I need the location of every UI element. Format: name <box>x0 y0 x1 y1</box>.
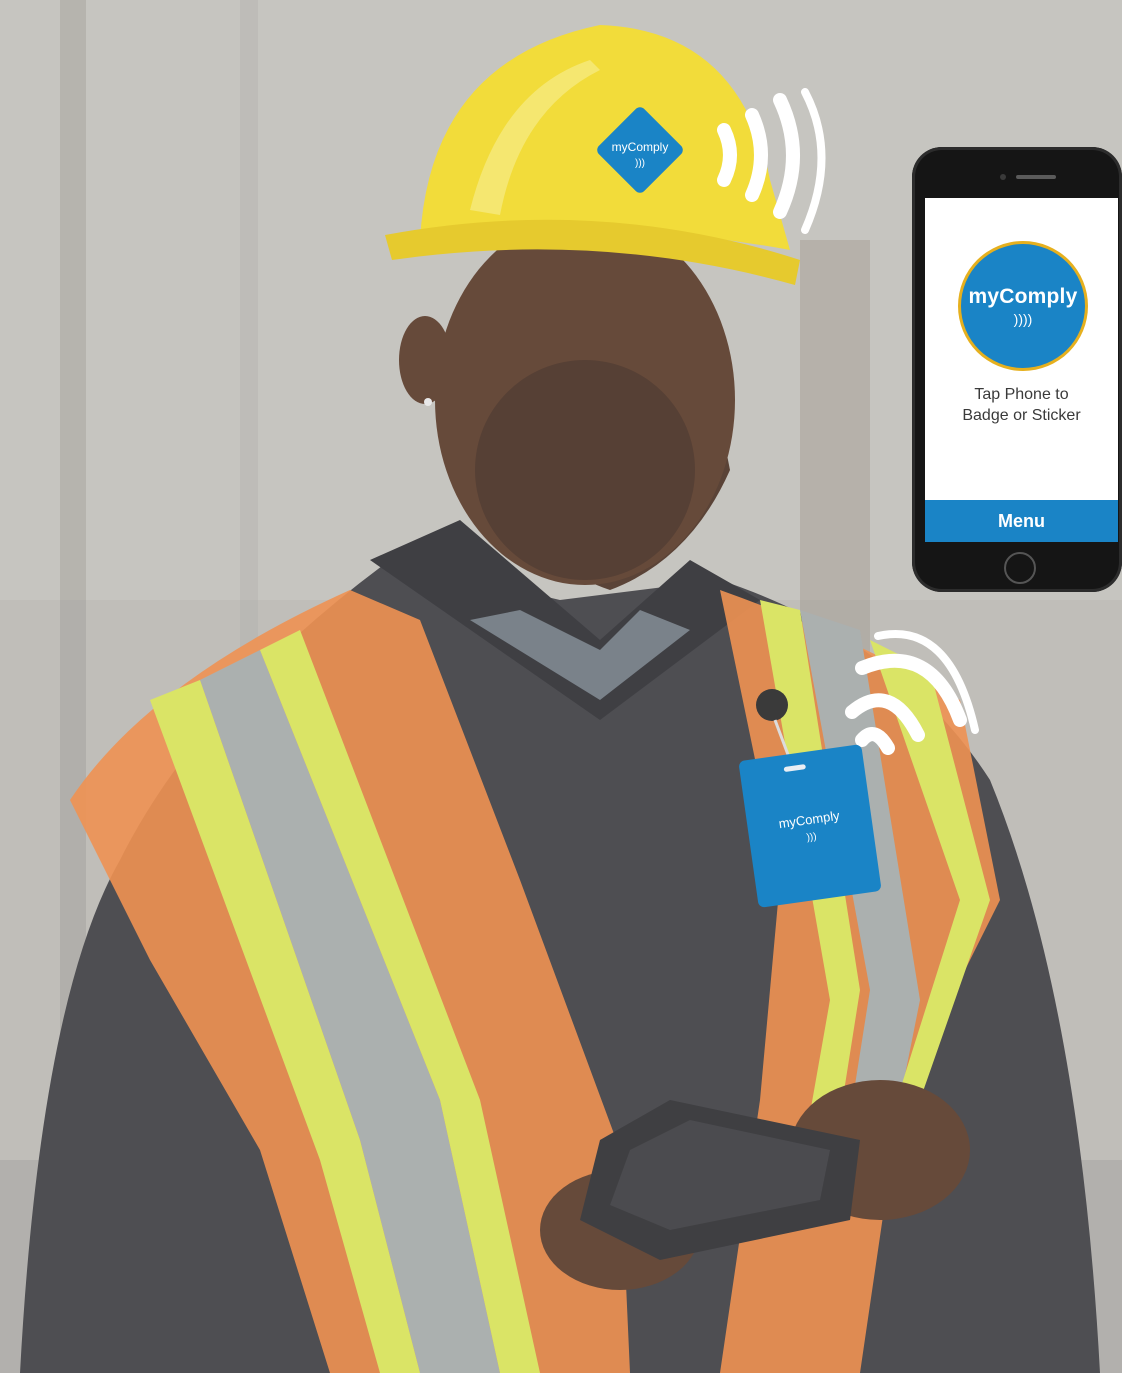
phone-camera <box>1000 174 1006 180</box>
phone-mockup: myComply )))) Tap Phone to Badge or Stic… <box>912 147 1122 592</box>
vest-badge: myComply ))) <box>738 744 882 908</box>
helmet-sticker-logo: myComply <box>611 140 669 154</box>
mycomply-logo: myComply )))) <box>961 244 1085 368</box>
logo-text: myComply <box>968 285 1078 308</box>
instruction-line-1: Tap Phone to <box>974 386 1069 403</box>
menu-button[interactable]: Menu <box>925 500 1118 542</box>
phone-speaker <box>1016 175 1056 179</box>
nfc-icon: ))) <box>635 158 645 169</box>
instruction-line-2: Badge or Sticker <box>962 407 1081 424</box>
badge-slot <box>783 764 807 773</box>
nfc-icon: )))) <box>1013 311 1033 327</box>
home-button[interactable] <box>1004 552 1036 584</box>
tap-instruction: Tap Phone to Badge or Sticker <box>925 384 1118 426</box>
phone-screen: myComply )))) Tap Phone to Badge or Stic… <box>925 198 1118 542</box>
